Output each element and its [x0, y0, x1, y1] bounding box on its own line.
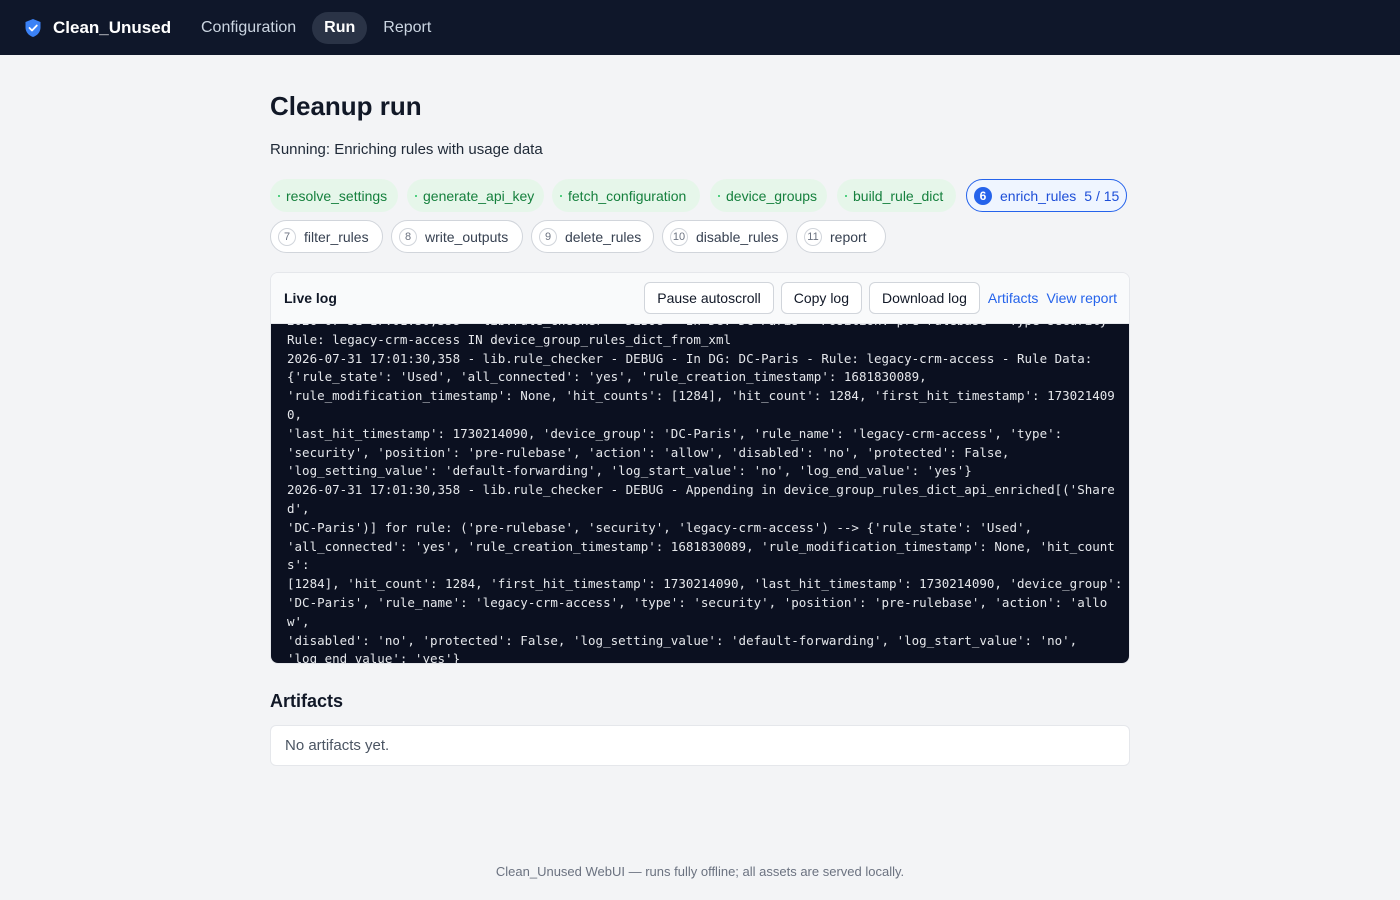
step-label: device_groups [726, 187, 818, 204]
step-number: 9 [539, 227, 557, 246]
top-navigation-bar: Clean_Unused Configuration Run Report [0, 0, 1400, 55]
log-actions: Pause autoscroll Copy log Download log A… [644, 282, 1117, 314]
copy-log-button[interactable]: Copy log [780, 282, 863, 314]
step-number: 11 [804, 227, 822, 246]
nav-configuration[interactable]: Configuration [189, 12, 308, 44]
brand[interactable]: Clean_Unused [24, 18, 186, 38]
artifacts-link[interactable]: Artifacts [988, 290, 1039, 306]
footer-text: Clean_Unused WebUI — runs fully offline;… [495, 864, 905, 879]
view-report-link[interactable]: View report [1046, 290, 1117, 306]
step-label: enrich_rules [1000, 187, 1077, 204]
step-label: disable_rules [696, 228, 779, 245]
app-name: Clean_Unused [53, 17, 172, 37]
nav-run[interactable]: Run [312, 11, 368, 44]
run-status-text: Running: Enriching rules with usage data [270, 141, 543, 158]
main-nav: Configuration Run Report [189, 11, 447, 44]
step-fetch-configuration: fetch_configuration [552, 179, 700, 212]
nav-report[interactable]: Report [371, 12, 443, 44]
step-label: build_rule_dict [853, 187, 944, 204]
step-done-dot [718, 194, 720, 197]
step-label: generate_api_key [423, 187, 535, 204]
step-device-groups: device_groups [710, 179, 827, 212]
step-delete-rules: 9 delete_rules [531, 220, 654, 253]
step-number: 10 [670, 227, 688, 246]
step-enrich-rules: 6 enrich_rules 5 / 15 [966, 179, 1127, 212]
step-label: report [830, 228, 867, 245]
step-done-dot [560, 194, 562, 197]
artifacts-heading: Artifacts [270, 691, 344, 711]
log-output[interactable]: 2026-07-31 17:01:30,358 - lib.rule_check… [271, 324, 1129, 664]
step-done-dot [415, 194, 417, 197]
step-done-dot [278, 194, 280, 197]
log-text: 2026-07-31 17:01:30,358 - lib.rule_check… [287, 324, 1123, 664]
pause-autoscroll-button[interactable]: Pause autoscroll [644, 282, 774, 314]
step-build-rule-dict: build_rule_dict [837, 179, 956, 212]
step-done-dot [845, 194, 847, 197]
live-log-title: Live log [284, 290, 337, 306]
page-title: Cleanup run [270, 91, 422, 121]
artifacts-list: No artifacts yet. [270, 725, 1130, 766]
step-resolve-settings: resolve_settings [270, 179, 398, 212]
live-log-panel: Live log Pause autoscroll Copy log Downl… [270, 272, 1130, 664]
step-generate-api-key: generate_api_key [407, 179, 544, 212]
step-label: fetch_configuration [568, 187, 687, 204]
step-filter-rules: 7 filter_rules [270, 220, 383, 253]
step-label: resolve_settings [286, 187, 388, 204]
step-label: delete_rules [565, 228, 642, 245]
step-progress: 5 / 15 [1084, 187, 1120, 204]
step-report: 11 report [796, 220, 886, 253]
step-number: 8 [399, 227, 417, 246]
live-log-header: Live log Pause autoscroll Copy log Downl… [271, 273, 1129, 324]
step-write-outputs: 8 write_outputs [391, 220, 523, 253]
step-number: 6 [974, 186, 992, 205]
step-disable-rules: 10 disable_rules [662, 220, 788, 253]
step-label: filter_rules [304, 228, 369, 245]
artifacts-empty-text: No artifacts yet. [285, 737, 390, 754]
step-number: 7 [278, 227, 296, 246]
shield-check-icon [25, 18, 41, 37]
download-log-button[interactable]: Download log [869, 282, 980, 314]
step-label: write_outputs [425, 228, 509, 245]
